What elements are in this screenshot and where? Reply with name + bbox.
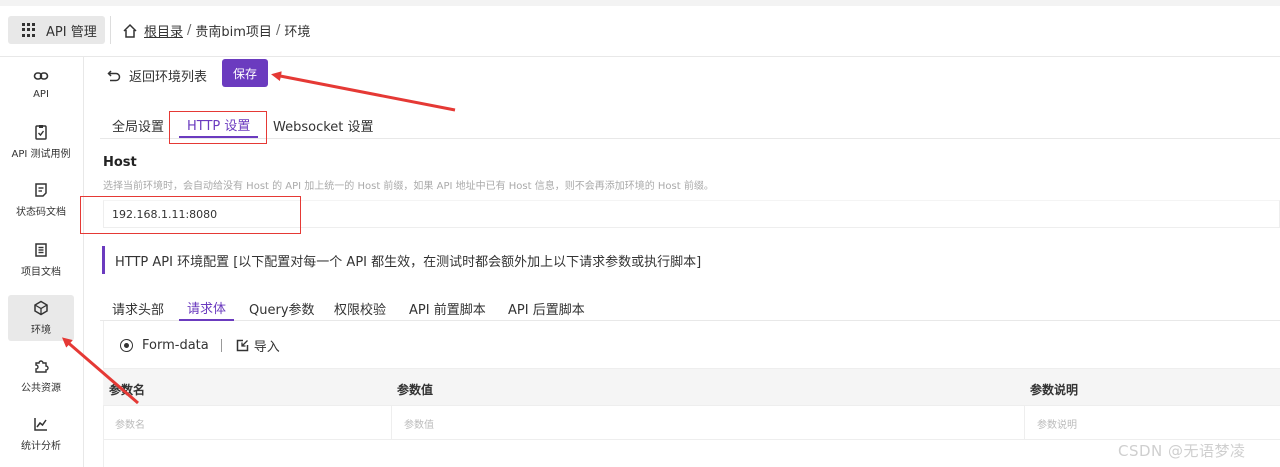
form-data-label[interactable]: Form-data [142,338,209,353]
params-table-header: 参数名 参数值 参数说明 [103,368,1280,406]
sidebar-item-label: 统计分析 [21,441,61,452]
toolbar-divider [110,16,111,44]
tab-request-body[interactable]: 请求体 [179,295,235,321]
tab-request-headers[interactable]: 请求头部 [112,295,164,321]
chart-icon [34,418,47,431]
back-label: 返回环境列表 [129,70,208,85]
table-row: 参数名 参数值 参数说明 [103,406,1280,440]
top-bar: API 管理 根目录 / 贵南bim项目 / 环境 [0,0,1280,57]
breadcrumb-current: 环境 [284,25,311,40]
settings-tabs: 全局设置 HTTP 设置 Websocket 设置 [100,112,1280,139]
tab-global-settings[interactable]: 全局设置 [112,112,164,138]
sidebar-item-label: 状态码文档 [16,207,66,218]
param-value-input[interactable]: 参数值 [392,406,1025,440]
tab-http-settings[interactable]: HTTP 设置 [179,112,259,138]
sidebar-item-label: 公共资源 [21,383,61,394]
sidebar-item-label: API [33,89,49,100]
app-menu-label: API 管理 [46,24,97,40]
link-icon [33,72,49,80]
annotation-arrow-save [271,71,456,112]
tab-websocket-settings[interactable]: Websocket 设置 [273,112,374,138]
http-env-config-title: HTTP API 环境配置 [以下配置对每一个 API 都生效，在测试时都会额外… [102,246,701,274]
param-desc-input[interactable]: 参数说明 [1025,406,1280,440]
sidebar-item-shared-resources[interactable]: 公共资源 [8,353,74,399]
sidebar-item-label: 环境 [31,325,51,336]
breadcrumb-sep: / [275,23,281,38]
sidebar-item-label: API 测试用例 [11,149,71,160]
host-description: 选择当前环境时，会自动给没有 Host 的 API 加上统一的 Host 前缀，… [103,181,714,192]
column-param-name: 参数名 [109,383,146,397]
sidebar-item-label: 项目文档 [21,267,61,278]
cube-icon [34,300,48,316]
doc-icon [35,183,47,197]
tab-auth[interactable]: 权限校验 [334,295,386,321]
param-name-input[interactable]: 参数名 [103,406,392,440]
sidebar-item-statistics[interactable]: 统计分析 [8,411,74,457]
import-icon[interactable] [236,339,249,352]
host-title: Host [103,155,137,170]
column-param-desc: 参数说明 [1030,383,1079,397]
watermark: CSDN @无语梦凌 [1118,442,1246,460]
breadcrumb-project[interactable]: 贵南bim项目 [195,21,272,40]
divider [220,339,222,352]
home-icon[interactable] [122,23,138,39]
sidebar-item-api[interactable]: API [8,61,74,107]
sidebar-item-environment[interactable]: 环境 [8,295,74,341]
list-doc-icon [35,243,47,257]
breadcrumb: 根目录 / 贵南bim项目 / 环境 [122,21,310,40]
sidebar-item-project-docs[interactable]: 项目文档 [8,237,74,283]
tab-post-script[interactable]: API 后置脚本 [508,295,585,321]
breadcrumb-sep: / [187,23,192,38]
app-menu-button[interactable]: API 管理 [8,16,105,44]
breadcrumb-root[interactable]: 根目录 [144,21,183,40]
save-button[interactable]: 保存 [222,59,268,87]
sidebar: API API 测试用例 状态码文档 项目文档 环境 公共资源 统计分析 [0,57,84,467]
tab-pre-script[interactable]: API 前置脚本 [409,295,486,321]
http-config-tabs: 请求头部 请求体 Query参数 权限校验 API 前置脚本 API 后置脚本 [100,295,1280,321]
form-data-radio[interactable] [120,339,133,352]
sidebar-item-status-codes[interactable]: 状态码文档 [8,177,74,223]
sidebar-item-api-test-cases[interactable]: API 测试用例 [8,119,74,165]
undo-arrow-icon [107,69,121,81]
tab-query-params[interactable]: Query参数 [249,295,315,321]
grid-icon [22,23,36,37]
import-label[interactable]: 导入 [254,336,280,355]
host-input[interactable] [103,200,1280,228]
back-to-env-list-link[interactable]: 返回环境列表 [107,66,207,85]
column-param-value: 参数值 [397,383,434,397]
body-type-row: Form-data 导入 [120,336,280,355]
clipboard-icon [35,125,47,140]
puzzle-icon [35,360,49,373]
